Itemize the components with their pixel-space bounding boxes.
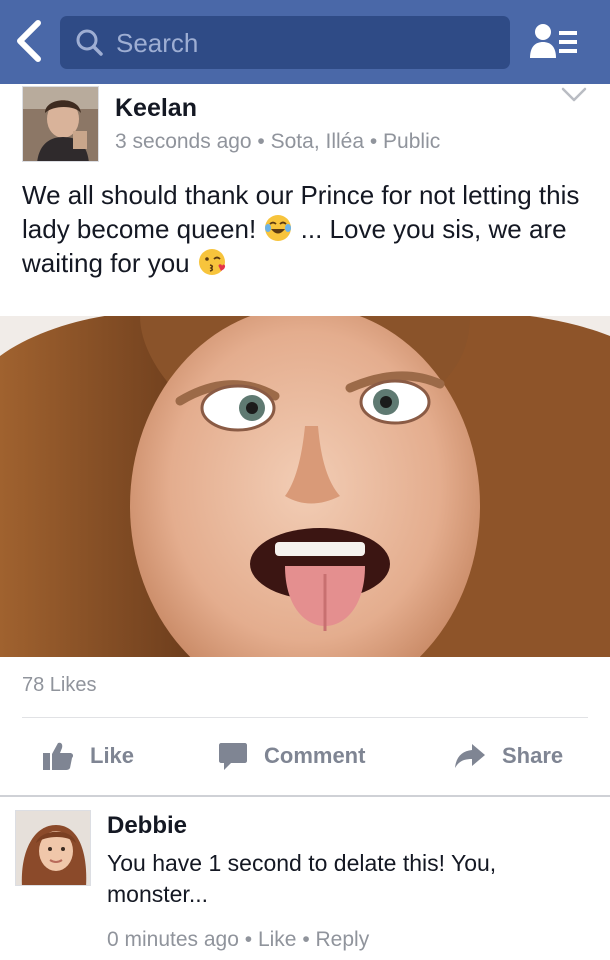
back-chevron-icon [17, 20, 41, 62]
like-label: Like [90, 743, 135, 768]
thumbs-up-icon [43, 742, 74, 770]
section-divider [0, 795, 610, 797]
comment-text: You have 1 second to delate this! You, m… [107, 850, 497, 907]
top-navbar: Search [0, 0, 610, 84]
likes-count[interactable]: 78 Likes [22, 674, 97, 697]
comment-label: Comment [264, 743, 366, 768]
post-meta: 3 seconds ago • Sota, Illéa • Public [115, 130, 441, 153]
comment-avatar-photo [16, 811, 90, 885]
post-photo[interactable] [0, 316, 610, 657]
post-author-avatar[interactable] [22, 86, 99, 162]
search-icon [76, 29, 103, 56]
kiss-emoji-icon [198, 249, 225, 275]
comment-author-name[interactable]: Debbie [107, 812, 187, 840]
post-author-name[interactable]: Keelan [115, 94, 197, 123]
comment-reply-link[interactable]: Reply [316, 928, 370, 951]
friend-requests-icon [530, 24, 577, 58]
search-input[interactable]: Search [60, 16, 510, 69]
comment-author-avatar[interactable] [15, 810, 91, 886]
back-button[interactable] [12, 18, 46, 64]
photo-face-illustration [0, 316, 610, 657]
friend-requests-button[interactable] [530, 22, 580, 62]
comment-button[interactable]: Comment [218, 734, 365, 778]
post-text: We all should thank our Prince for not l… [22, 178, 598, 280]
avatar-photo [23, 87, 98, 161]
post-options-button[interactable] [560, 86, 588, 104]
comment-like-link[interactable]: Like [258, 928, 297, 951]
tears-of-joy-emoji-icon [265, 215, 292, 241]
like-button[interactable]: Like [42, 734, 134, 778]
chevron-down-icon [561, 87, 587, 102]
speech-bubble-icon [219, 743, 247, 770]
share-label: Share [502, 743, 564, 768]
meta-separator: • [244, 928, 258, 951]
meta-separator: • [302, 928, 316, 951]
share-arrow-icon [455, 744, 485, 768]
comment-timestamp: 0 minutes ago [107, 928, 239, 951]
share-button[interactable]: Share [454, 734, 563, 778]
divider [22, 717, 588, 718]
search-placeholder: Search [116, 28, 199, 58]
comment-meta: 0 minutes ago • Like • Reply [107, 928, 369, 952]
